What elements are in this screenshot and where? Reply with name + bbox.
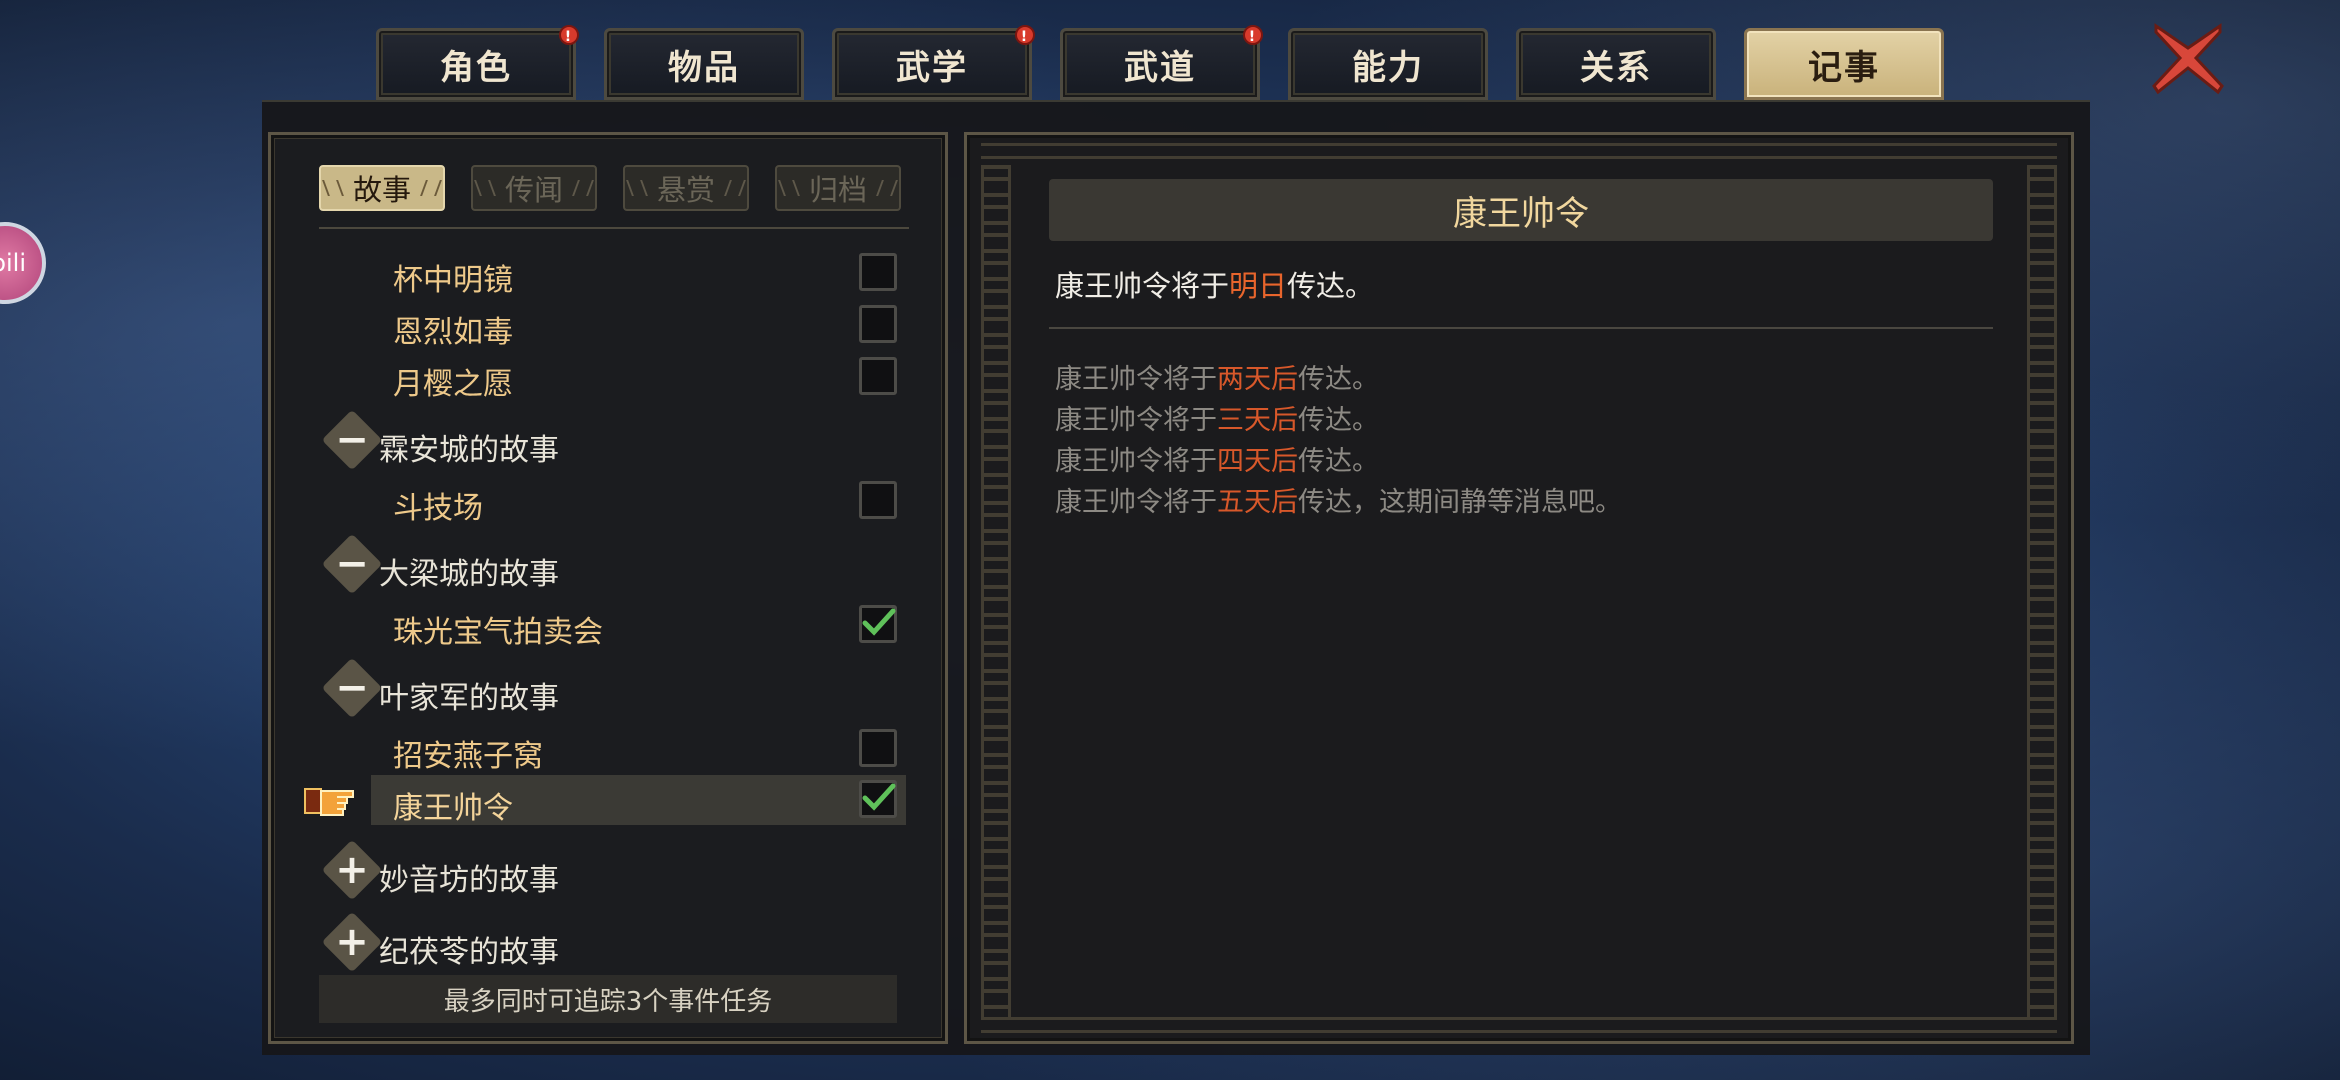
detail-current-status: 康王帅令将于明日传达。 [1055,263,1374,305]
subtab-archive-label: 归档 [808,173,867,207]
track-checkbox[interactable] [859,305,897,343]
list-item[interactable]: 恩烈如毒 [271,299,951,351]
tab-role-label: 角色 [440,47,512,88]
track-limit-note: 最多同时可追踪3个事件任务 [319,975,897,1023]
group-title: 霖安城的故事 [379,433,559,468]
tab-martial-way-label: 武道 [1124,47,1196,88]
expand-icon[interactable]: + [323,913,381,971]
close-icon [2152,23,2224,95]
tab-abilities[interactable]: 能力 [1288,28,1488,100]
tab-items-label: 物品 [668,47,740,88]
story-list-panel: 故事 传闻 悬赏 归档 杯中明镜 恩烈如毒 月樱之愿 − 霖安城的故事 斗技场 … [268,132,948,1044]
story-group-header[interactable]: + 妙音坊的故事 [319,839,909,901]
story-group-header[interactable]: − 大梁城的故事 [319,533,909,595]
tab-abilities-label: 能力 [1352,47,1424,88]
check-icon [862,783,896,811]
subtab-bounties[interactable]: 悬赏 [623,165,749,211]
story-group-header[interactable]: + 纪茯苓的故事 [319,911,909,973]
check-icon [862,608,896,636]
history-text: 传达。 [1298,405,1379,436]
status-text: 传达。 [1287,269,1375,303]
history-text: 传达。 [1298,446,1379,477]
track-checkbox[interactable] [859,253,897,291]
list-item[interactable]: 珠光宝气拍卖会 [271,599,951,651]
story-title: 恩烈如毒 [393,315,513,350]
status-text: 康王帅令将于 [1055,269,1230,303]
subtab-archive[interactable]: 归档 [775,165,901,211]
history-text: 康王帅令将于 [1055,405,1217,436]
history-entry: 康王帅令将于四天后传达。 [1055,439,1379,478]
border-pattern [981,165,1011,1017]
history-highlight: 四天后 [1217,446,1298,477]
tab-items[interactable]: 物品 [604,28,804,100]
track-checkbox[interactable] [859,729,897,767]
collapse-icon[interactable]: − [323,659,381,717]
history-highlight: 两天后 [1217,364,1298,395]
close-button[interactable] [2148,18,2228,98]
tab-martial-arts-label: 武学 [896,47,968,88]
group-title: 叶家军的故事 [379,681,559,716]
subtab-rumors-label: 传闻 [504,173,563,207]
track-checkbox[interactable] [859,357,897,395]
history-text: 传达。 [1298,364,1379,395]
border-pattern [2027,165,2057,1017]
tab-relations-label: 关系 [1580,47,1652,88]
history-text: 康王帅令将于 [1055,487,1217,518]
list-item-selected[interactable]: 康王帅令 [271,775,951,827]
list-item[interactable]: 斗技场 [271,475,951,527]
expand-icon[interactable]: + [323,841,381,899]
story-detail-panel: 康王帅令 康王帅令将于明日传达。 康王帅令将于两天后传达。 康王帅令将于三天后传… [964,132,2074,1044]
border-pattern [981,143,2057,159]
tab-martial-arts[interactable]: 武学! [832,25,1035,100]
list-item[interactable]: 招安燕子窝 [271,723,951,775]
border-pattern [981,1017,2057,1033]
list-item[interactable]: 月樱之愿 [271,351,951,403]
track-checkbox[interactable] [859,605,897,643]
group-title: 妙音坊的故事 [379,863,559,898]
subtab-rumors[interactable]: 传闻 [471,165,597,211]
history-entry: 康王帅令将于三天后传达。 [1055,398,1379,437]
story-title: 杯中明镜 [393,263,513,298]
subtab-stories[interactable]: 故事 [319,165,445,211]
status-highlight: 明日 [1229,269,1288,303]
story-group-header[interactable]: − 霖安城的故事 [319,409,909,471]
detail-title: 康王帅令 [1049,179,1993,241]
tab-martial-way[interactable]: 武道! [1060,25,1263,100]
alert-badge: ! [559,25,579,45]
track-checkbox[interactable] [859,780,897,818]
alert-badge: ! [1015,25,1035,45]
story-title: 招安燕子窝 [393,739,543,774]
subtab-bounties-label: 悬赏 [656,173,715,207]
story-title: 斗技场 [393,491,483,526]
story-title: 康王帅令 [393,791,513,826]
history-entry: 康王帅令将于两天后传达。 [1055,357,1379,396]
history-entry: 康王帅令将于五天后传达，这期间静等消息吧。 [1055,480,1622,519]
tab-journal[interactable]: 记事 [1744,28,1944,100]
tab-role[interactable]: 角色! [376,25,579,100]
divider [319,227,909,229]
collapse-icon[interactable]: − [323,411,381,469]
history-highlight: 五天后 [1217,487,1298,518]
alert-badge: ! [1243,25,1263,45]
story-title: 珠光宝气拍卖会 [393,615,603,650]
tab-journal-label: 记事 [1808,47,1880,88]
history-highlight: 三天后 [1217,405,1298,436]
history-text: 传达，这期间静等消息吧。 [1298,487,1622,518]
story-title: 月樱之愿 [393,367,513,402]
journal-subtabs: 故事 传闻 悬赏 归档 [319,165,909,211]
collapse-icon[interactable]: − [323,535,381,593]
track-checkbox[interactable] [859,481,897,519]
history-text: 康王帅令将于 [1055,364,1217,395]
tab-relations[interactable]: 关系 [1516,28,1716,100]
pointing-hand-icon [304,788,354,816]
group-title: 纪茯苓的故事 [379,935,559,970]
subtab-stories-label: 故事 [352,173,411,207]
story-group-header[interactable]: − 叶家军的故事 [319,657,909,719]
list-item[interactable]: 杯中明镜 [271,247,951,299]
floating-avatar-label: bili [0,249,26,277]
history-text: 康王帅令将于 [1055,446,1217,477]
divider [1049,327,1993,329]
group-title: 大梁城的故事 [379,557,559,592]
